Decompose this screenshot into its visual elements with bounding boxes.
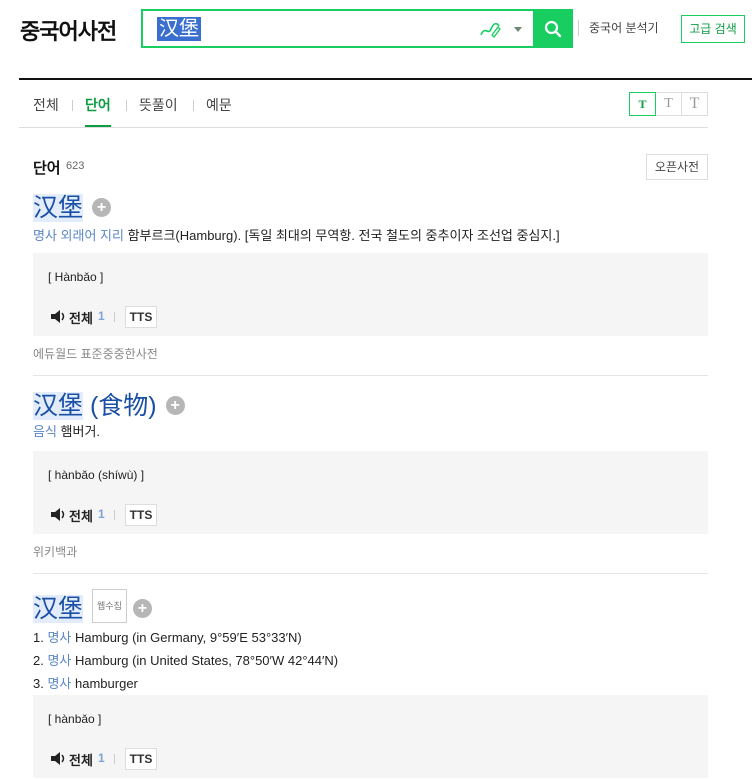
meaning-number: 3. <box>33 676 44 691</box>
tts-button[interactable]: TTS <box>125 504 157 526</box>
tab-definitions[interactable]: 뜻풀이 <box>139 95 178 127</box>
open-dictionary-button[interactable]: 오픈사전 <box>646 154 708 180</box>
add-to-wordbook-icon[interactable]: + <box>92 198 112 217</box>
audio-count: 1 <box>98 309 105 323</box>
meaning-text: 함부르크(Hamburg). [독일 최대의 무역항. 전국 철도의 중추이자 … <box>127 228 560 243</box>
tts-button[interactable]: TTS <box>125 748 157 770</box>
entry-divider <box>33 573 708 574</box>
chinese-analyzer-link[interactable]: 중국어 분석기 <box>578 20 659 36</box>
meaning-number: 1. <box>33 630 44 645</box>
search-button[interactable] <box>533 9 573 48</box>
tab-divider <box>126 100 127 111</box>
audio-divider <box>114 510 115 520</box>
word-entry: 汉堡 + 명사 외래어 지리 함부르크(Hamburg). [독일 최대의 무역항… <box>33 193 708 376</box>
result-count: 623 <box>66 160 85 172</box>
font-size-small-button[interactable]: T <box>629 92 656 116</box>
font-size-selector: T T T <box>629 92 708 116</box>
result-tabs: 전체 단어 뜻풀이 예문 T T T <box>19 90 708 128</box>
part-of-speech: 명사 <box>47 630 72 645</box>
play-all-button[interactable]: 전체 <box>69 308 93 327</box>
meaning-line: 명사 외래어 지리 함부르크(Hamburg). [독일 최대의 무역항. 전국… <box>33 226 708 246</box>
tts-button[interactable]: TTS <box>125 306 157 328</box>
font-size-large-button[interactable]: T <box>681 92 708 116</box>
headword-line: 汉堡 웹수집 + <box>33 589 708 624</box>
search-icon <box>544 20 562 38</box>
tab-divider <box>72 100 73 111</box>
word-entry: 汉堡 웹수집 + 1. 명사 Hamburg (in Germany, 9°59′E… <box>33 589 708 778</box>
speaker-icon[interactable] <box>51 752 66 765</box>
meaning-number: 2. <box>33 653 44 668</box>
pinyin: [ hànbǎo ] <box>48 712 102 726</box>
tab-words[interactable]: 단어 <box>85 95 111 127</box>
headword-link[interactable]: 汉堡 <box>33 392 84 420</box>
word-entry: 汉堡 (食物) + 음식 햄버거. [ hànbǎo (shíwù) ] 전체 1… <box>33 391 708 574</box>
headword-suffix: (食物) <box>83 392 157 420</box>
tab-divider <box>193 100 194 111</box>
header: 중국어사전 汉堡 중국어 분석기 고급 검색 <box>0 0 752 80</box>
add-to-wordbook-icon[interactable]: + <box>132 599 152 618</box>
headword-line: 汉堡 (食物) + <box>33 391 708 421</box>
part-of-speech: 명사 <box>47 653 72 668</box>
section-title: 단어 <box>33 160 61 177</box>
headword-line: 汉堡 + <box>33 193 708 223</box>
part-of-speech: 명사 <box>47 676 72 691</box>
part-of-speech: 명사 외래어 지리 <box>33 228 124 243</box>
audio-count: 1 <box>98 507 105 521</box>
web-collected-badge: 웹수집 <box>92 589 127 623</box>
input-tool-dropdown-icon[interactable] <box>514 27 522 32</box>
search-box: 汉堡 <box>141 9 573 48</box>
meaning-text: hamburger <box>75 676 138 691</box>
play-all-button[interactable]: 전체 <box>69 750 93 769</box>
meaning-text: Hamburg (in Germany, 9°59′E 53°33′N) <box>75 630 302 645</box>
tab-all[interactable]: 전체 <box>33 95 59 127</box>
headword-link[interactable]: 汉堡 <box>33 595 84 623</box>
dictionary-logo[interactable]: 중국어사전 <box>20 14 117 46</box>
add-to-wordbook-icon[interactable]: + <box>165 396 185 415</box>
meaning-line: 1. 명사 Hamburg (in Germany, 9°59′E 53°33′… <box>33 626 708 649</box>
dictionary-source[interactable]: 에듀월드 표준중중한사전 <box>33 345 158 362</box>
search-input[interactable]: 汉堡 <box>157 17 201 41</box>
headword-link[interactable]: 汉堡 <box>33 194 84 222</box>
pronunciation-box: [ hànbǎo (shíwù) ] 전체 1 TTS <box>33 451 708 534</box>
tab-examples[interactable]: 예문 <box>206 95 232 127</box>
part-of-speech: 음식 <box>33 424 57 439</box>
advanced-search-button[interactable]: 고급 검색 <box>681 15 745 43</box>
pronunciation-box: [ Hànbǎo ] 전체 1 TTS <box>33 253 708 336</box>
audio-divider <box>114 312 115 322</box>
handwriting-icon[interactable] <box>479 20 501 38</box>
meaning-line: 2. 명사 Hamburg (in United States, 78°50′W… <box>33 649 708 672</box>
entry-divider <box>33 375 708 376</box>
meaning-line: 음식 햄버거. <box>33 422 708 442</box>
play-all-button[interactable]: 전체 <box>69 506 93 525</box>
header-divider <box>19 78 752 80</box>
pronunciation-box: [ hànbǎo ] 전체 1 TTS <box>33 695 708 778</box>
meaning-line: 3. 명사 hamburger <box>33 672 708 695</box>
pinyin: [ Hànbǎo ] <box>48 270 104 284</box>
audio-divider <box>114 754 115 764</box>
meaning-text: Hamburg (in United States, 78°50′W 42°44… <box>75 653 339 668</box>
dictionary-source[interactable]: 위키백과 <box>33 543 77 560</box>
pinyin: [ hànbǎo (shíwù) ] <box>48 468 145 482</box>
audio-count: 1 <box>98 751 105 765</box>
font-size-medium-button[interactable]: T <box>655 92 682 116</box>
meaning-text: 햄버거. <box>60 424 101 439</box>
speaker-icon[interactable] <box>51 310 66 323</box>
speaker-icon[interactable] <box>51 508 66 521</box>
